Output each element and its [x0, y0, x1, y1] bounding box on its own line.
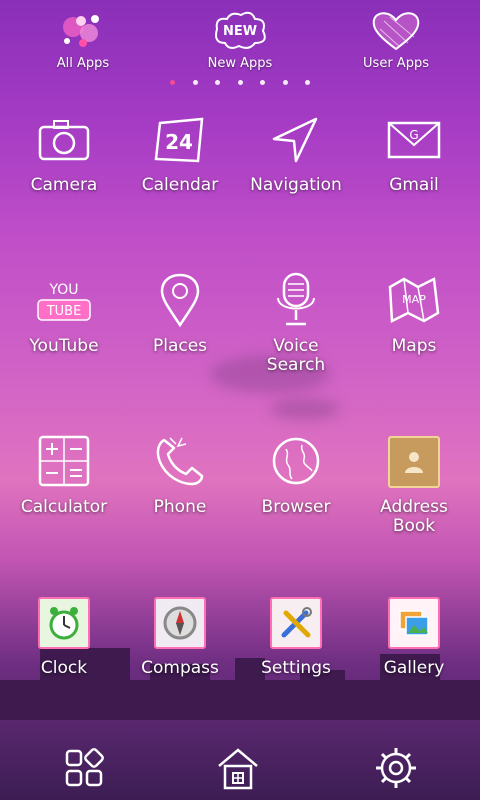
app-label: Calendar: [141, 175, 219, 195]
app-label: Clock: [40, 658, 88, 678]
page-dot[interactable]: [170, 80, 175, 85]
new-apps-label: New Apps: [207, 56, 273, 71]
top-shortcut-row: All Apps NEW New Apps User Apps: [0, 6, 480, 90]
app-label: Address Book: [380, 497, 448, 536]
maps-icon: MAP: [379, 271, 449, 331]
app-gmail[interactable]: G Gmail: [356, 110, 472, 195]
app-phone[interactable]: Phone: [122, 432, 238, 517]
app-label: Browser: [261, 497, 331, 517]
compass-icon: [145, 593, 215, 653]
app-compass[interactable]: Compass: [122, 593, 238, 678]
app-label: Gallery: [383, 658, 445, 678]
app-label: Places: [152, 336, 208, 356]
page-dot[interactable]: [305, 80, 310, 85]
bottom-dock: [0, 736, 480, 800]
new-badge-text: NEW: [223, 24, 257, 39]
heart-icon: [336, 6, 456, 56]
app-calculator[interactable]: Calculator: [6, 432, 122, 517]
app-label: YouTube: [29, 336, 99, 356]
app-maps[interactable]: MAP Maps: [356, 271, 472, 356]
app-grid: Camera 24 Calendar Navigation G Gmail YO…: [0, 110, 480, 710]
gear-icon: [374, 746, 418, 790]
app-places[interactable]: Places: [122, 271, 238, 356]
app-calendar[interactable]: 24 Calendar: [122, 110, 238, 195]
gallery-icon: [379, 593, 449, 653]
page-dot[interactable]: [282, 80, 288, 85]
app-label: Maps: [391, 336, 437, 356]
page-dot[interactable]: [192, 80, 198, 85]
microphone-icon: [261, 271, 331, 331]
youtube-badge-bottom: TUBE: [46, 304, 82, 319]
page-dot[interactable]: [260, 80, 265, 85]
app-gallery[interactable]: Gallery: [356, 593, 472, 678]
all-apps-label: All Apps: [56, 56, 110, 71]
new-apps-shortcut[interactable]: NEW New Apps: [180, 6, 300, 71]
app-camera[interactable]: Camera: [6, 110, 122, 195]
sparkles-icon: [23, 6, 143, 56]
page-dot[interactable]: [215, 80, 220, 85]
app-label: Phone: [153, 497, 207, 517]
all-apps-shortcut[interactable]: All Apps: [23, 6, 143, 71]
camera-icon: [29, 110, 99, 170]
app-settings[interactable]: Settings: [238, 593, 354, 678]
home-button[interactable]: [208, 740, 268, 796]
apps-drawer-icon: [64, 748, 104, 788]
calculator-icon: [29, 432, 99, 492]
user-apps-shortcut[interactable]: User Apps: [336, 6, 456, 71]
app-label: Gmail: [389, 175, 439, 195]
calendar-icon: 24: [145, 110, 215, 170]
navigation-icon: [261, 110, 331, 170]
app-browser[interactable]: Browser: [238, 432, 354, 517]
address-book-icon: [379, 432, 449, 492]
page-indicator: [170, 80, 310, 88]
app-address-book[interactable]: Address Book: [356, 432, 472, 536]
app-label: Navigation: [250, 175, 342, 195]
youtube-badge-top: YOU: [48, 282, 78, 298]
app-label: Voice Search: [266, 336, 326, 375]
app-voice-search[interactable]: Voice Search: [238, 271, 354, 375]
app-youtube[interactable]: YOU TUBE YouTube: [6, 271, 122, 356]
calendar-badge: 24: [165, 130, 193, 154]
page-dot[interactable]: [237, 80, 243, 85]
app-label: Compass: [141, 658, 219, 678]
clock-icon: [29, 593, 99, 653]
user-apps-label: User Apps: [363, 56, 429, 71]
settings-button[interactable]: [366, 740, 426, 796]
globe-icon: [261, 432, 331, 492]
phone-icon: [145, 432, 215, 492]
apps-drawer-button[interactable]: [54, 740, 114, 796]
app-label: Calculator: [20, 497, 108, 517]
gmail-badge: G: [409, 128, 418, 142]
maps-badge: MAP: [402, 293, 426, 306]
app-navigation[interactable]: Navigation: [238, 110, 354, 195]
app-clock[interactable]: Clock: [6, 593, 122, 678]
new-badge-icon: NEW: [180, 6, 300, 56]
youtube-icon: YOU TUBE: [29, 271, 99, 331]
home-icon: [215, 746, 261, 790]
gmail-icon: G: [379, 110, 449, 170]
app-label: Settings: [261, 658, 331, 678]
places-icon: [145, 271, 215, 331]
settings-tools-icon: [261, 593, 331, 653]
app-label: Camera: [30, 175, 98, 195]
